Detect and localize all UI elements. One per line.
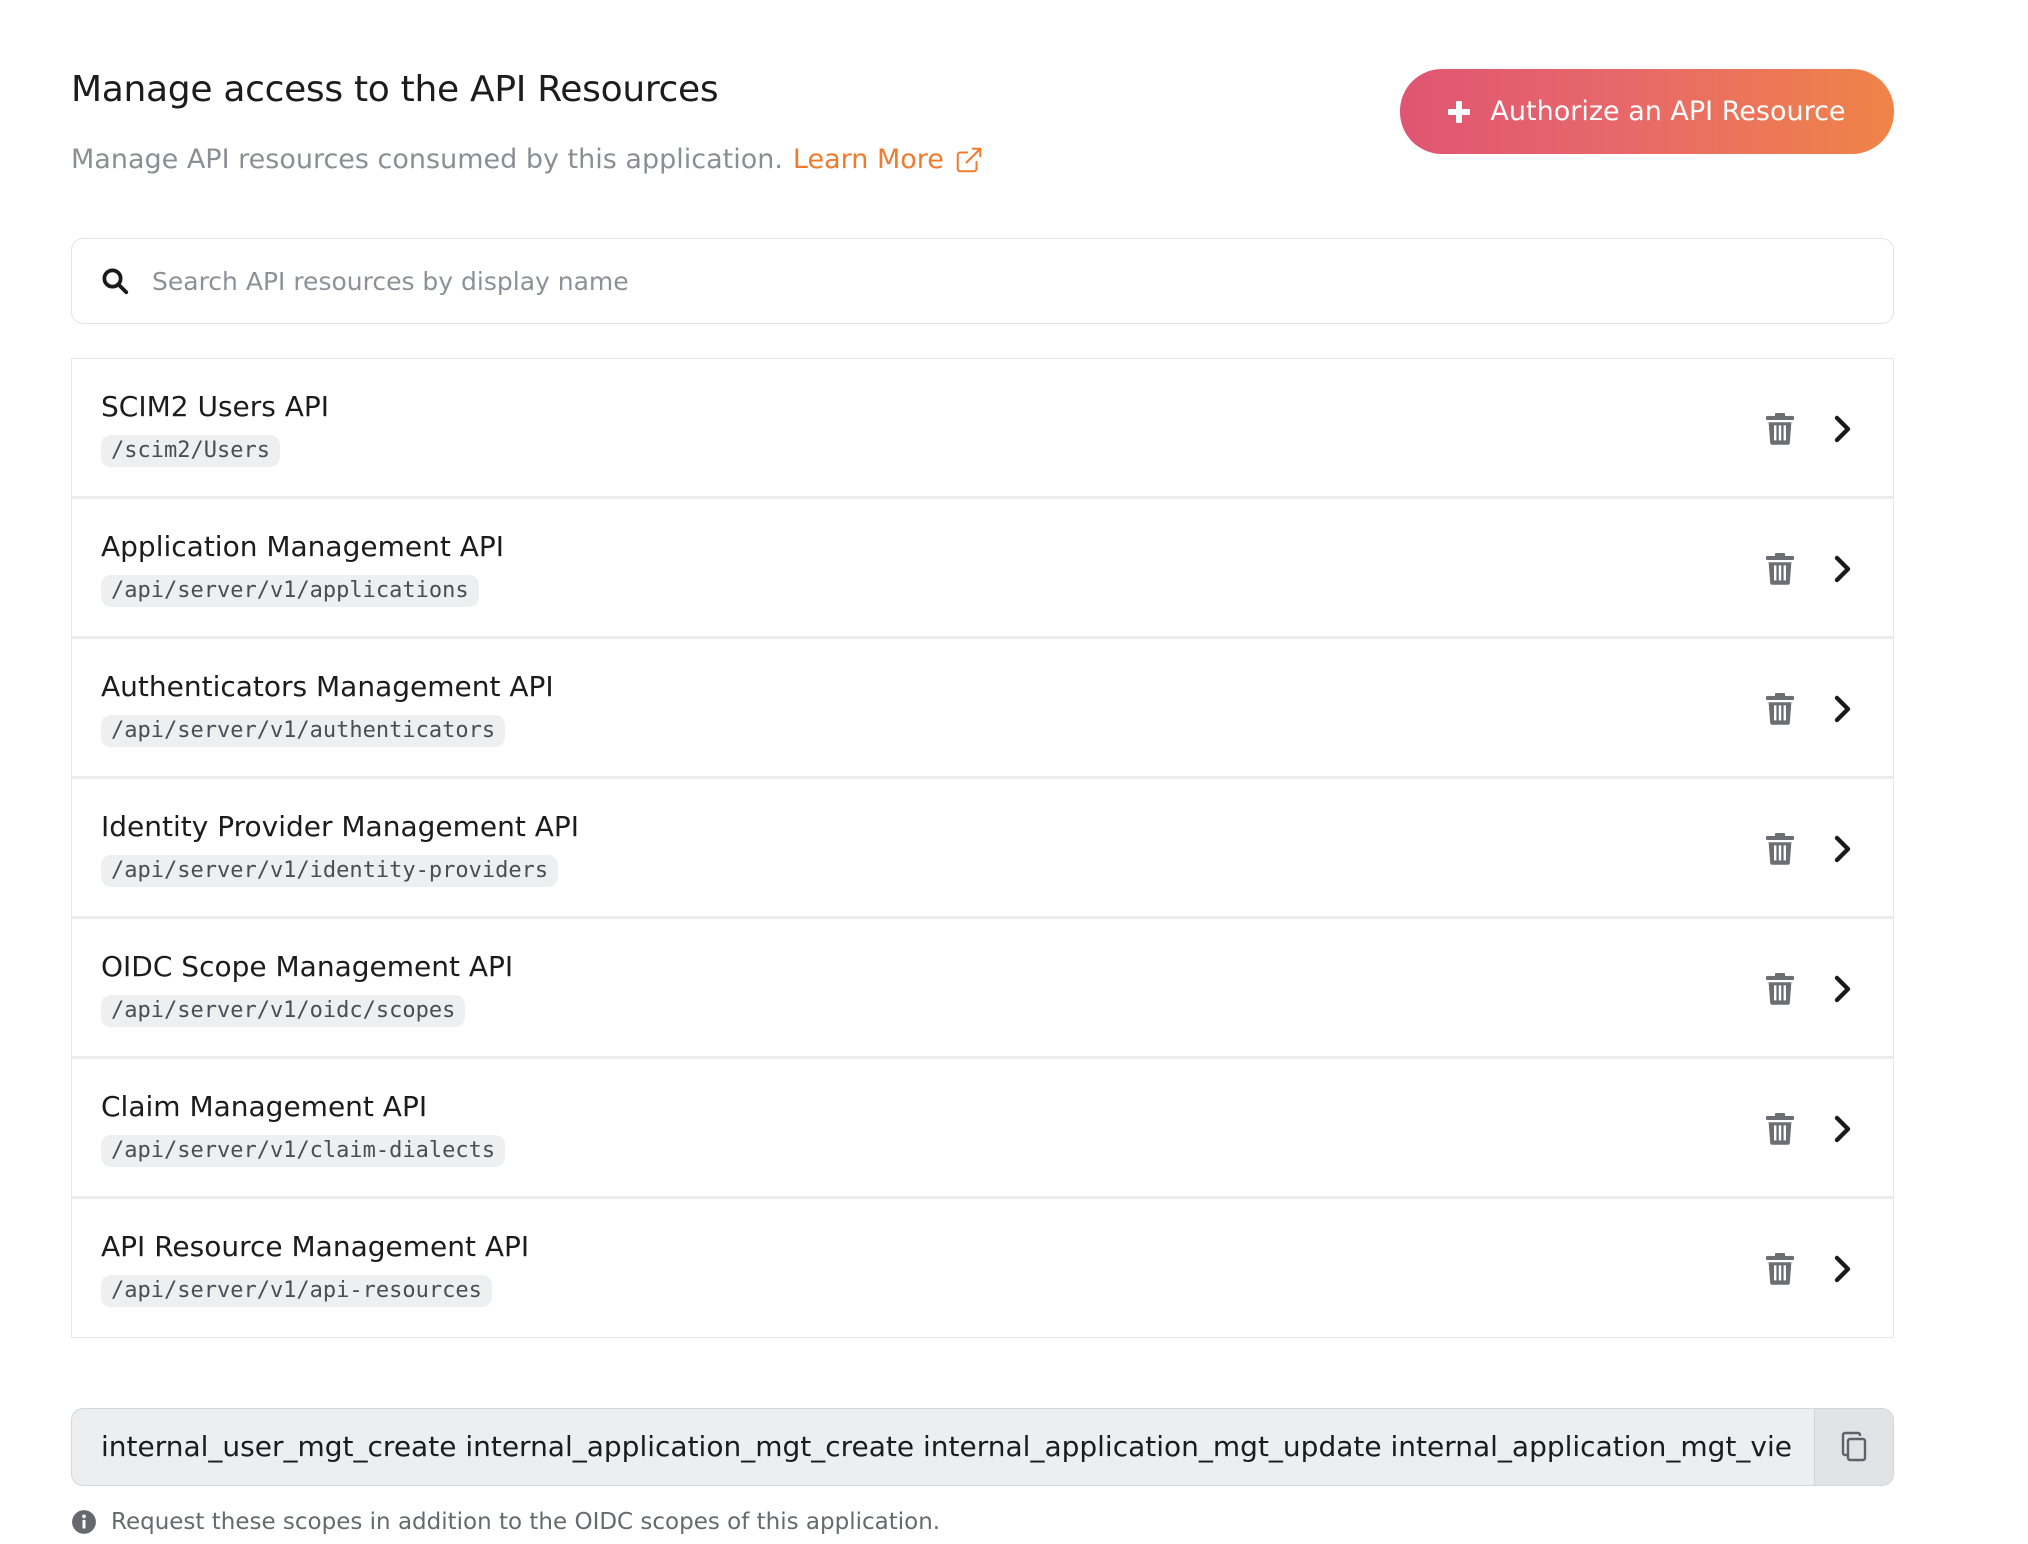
chevron-right-icon: [1834, 695, 1851, 723]
delete-button[interactable]: [1758, 547, 1802, 591]
open-resource-button[interactable]: [1820, 407, 1864, 451]
delete-button[interactable]: [1758, 687, 1802, 731]
chevron-right-icon: [1834, 555, 1851, 583]
resource-name: API Resource Management API: [101, 1230, 530, 1263]
trash-icon: [1766, 973, 1794, 1005]
resource-row[interactable]: OIDC Scope Management API /api/server/v1…: [72, 919, 1893, 1059]
resource-row[interactable]: Identity Provider Management API /api/se…: [72, 779, 1893, 919]
trash-icon: [1766, 693, 1794, 725]
resource-name: Claim Management API: [101, 1090, 428, 1123]
trash-icon: [1766, 1113, 1794, 1145]
search-icon: [102, 268, 129, 295]
authorize-button-label: Authorize an API Resource: [1490, 96, 1846, 127]
resource-row[interactable]: Authenticators Management API /api/serve…: [72, 639, 1893, 779]
resource-name: SCIM2 Users API: [101, 390, 330, 423]
resource-path: /api/server/v1/applications: [101, 575, 479, 607]
plus-icon: [1448, 100, 1471, 123]
resource-path: /api/server/v1/claim-dialects: [101, 1135, 506, 1167]
open-resource-button[interactable]: [1820, 547, 1864, 591]
resource-name: Identity Provider Management API: [101, 810, 580, 843]
delete-button[interactable]: [1758, 967, 1802, 1011]
resource-path: /api/server/v1/oidc/scopes: [101, 995, 466, 1027]
open-resource-button[interactable]: [1820, 967, 1864, 1011]
hint-text: Request these scopes in addition to the …: [111, 1509, 941, 1535]
search-box: [71, 238, 1894, 324]
chevron-right-icon: [1834, 1115, 1851, 1143]
resource-path: /api/server/v1/api-resources: [101, 1275, 492, 1307]
resource-path: /api/server/v1/identity-providers: [101, 855, 559, 887]
chevron-right-icon: [1834, 415, 1851, 443]
search-input[interactable]: [150, 250, 1893, 312]
page-title: Manage access to the API Resources: [71, 69, 719, 110]
delete-button[interactable]: [1758, 407, 1802, 451]
learn-more-link[interactable]: Learn More: [793, 140, 984, 180]
open-resource-button[interactable]: [1820, 1247, 1864, 1291]
delete-button[interactable]: [1758, 827, 1802, 871]
open-resource-button[interactable]: [1820, 827, 1864, 871]
chevron-right-icon: [1834, 975, 1851, 1003]
trash-icon: [1766, 833, 1794, 865]
resource-name: OIDC Scope Management API: [101, 950, 514, 983]
page-subtitle: Manage API resources consumed by this ap…: [71, 140, 984, 180]
scopes-hint: Request these scopes in addition to the …: [71, 1506, 940, 1538]
resource-name: Application Management API: [101, 530, 504, 563]
trash-icon: [1766, 1253, 1794, 1285]
delete-button[interactable]: [1758, 1107, 1802, 1151]
scopes-field: internal_user_mgt_create internal_applic…: [71, 1408, 1894, 1486]
trash-icon: [1766, 553, 1794, 585]
open-resource-button[interactable]: [1820, 1107, 1864, 1151]
trash-icon: [1766, 413, 1794, 445]
open-resource-button[interactable]: [1820, 687, 1864, 731]
resource-row[interactable]: SCIM2 Users API /scim2/Users: [72, 359, 1893, 499]
chevron-right-icon: [1834, 835, 1851, 863]
delete-button[interactable]: [1758, 1247, 1802, 1291]
authorize-api-resource-button[interactable]: Authorize an API Resource: [1400, 69, 1894, 154]
subtitle-text: Manage API resources consumed by this ap…: [71, 144, 783, 175]
chevron-right-icon: [1834, 1255, 1851, 1283]
resource-row[interactable]: Application Management API /api/server/v…: [72, 499, 1893, 639]
resource-name: Authenticators Management API: [101, 670, 554, 703]
resource-list: SCIM2 Users API /scim2/Users Application…: [71, 358, 1894, 1338]
resource-row[interactable]: API Resource Management API /api/server/…: [72, 1199, 1893, 1337]
copy-icon: [1841, 1431, 1867, 1462]
copy-button[interactable]: [1814, 1409, 1893, 1485]
resource-row[interactable]: Claim Management API /api/server/v1/clai…: [72, 1059, 1893, 1199]
resource-path: /api/server/v1/authenticators: [101, 715, 506, 747]
resource-path: /scim2/Users: [101, 435, 280, 467]
scopes-value[interactable]: internal_user_mgt_create internal_applic…: [72, 1409, 1814, 1485]
learn-more-label: Learn More: [792, 144, 944, 175]
external-link-icon: [956, 147, 982, 173]
info-icon: [72, 1510, 96, 1534]
